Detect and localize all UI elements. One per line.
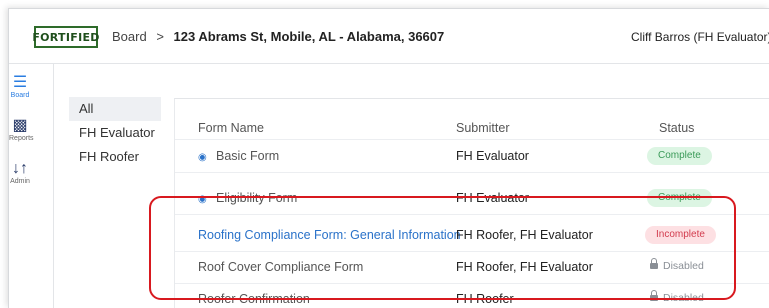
breadcrumb: Board > 123 Abrams St, Mobile, AL - Alab… (112, 29, 444, 44)
status-badge: Complete (647, 147, 712, 165)
table-row[interactable]: ◉ Eligibility Form FH Evaluator Complete (175, 182, 769, 215)
status-text: Disabled (663, 292, 704, 304)
status-disabled: Disabled (650, 258, 704, 272)
lock-icon (650, 290, 658, 301)
breadcrumb-separator: > (156, 29, 164, 44)
column-form-name: Form Name (198, 121, 264, 135)
filter-fh-evaluator[interactable]: FH Evaluator (69, 121, 161, 145)
form-name-link[interactable]: Roofing Compliance Form: General Informa… (198, 228, 461, 242)
submitter-cell: FH Roofer, FH Evaluator (456, 260, 593, 274)
submitter-cell: FH Roofer, FH Evaluator (456, 228, 593, 242)
rail-item-board[interactable]: ☰ Board (9, 75, 31, 100)
submitter-cell: FH Evaluator (456, 149, 529, 163)
form-name: Basic Form (216, 149, 280, 163)
submitter-cell: FH Roofer (456, 292, 514, 306)
form-name-cell[interactable]: ◉ Basic Form (198, 149, 279, 163)
column-submitter: Submitter (456, 121, 510, 135)
breadcrumb-current: 123 Abrams St, Mobile, AL - Alabama, 366… (173, 29, 445, 44)
form-name: Roofer Confirmation (198, 292, 310, 306)
dashboard-list-icon: ☰ (12, 74, 28, 91)
top-bar: FORTIFIED Board > 123 Abrams St, Mobile,… (9, 9, 769, 64)
filter-fh-roofer[interactable]: FH Roofer (69, 145, 161, 169)
table-row: Roof Cover Compliance Form FH Roofer, FH… (175, 251, 769, 284)
sliders-icon: ↓↑ (12, 160, 28, 177)
logo-text: FORTIFIED (32, 30, 100, 44)
rail-item-label: Reports (9, 135, 34, 142)
fortified-logo[interactable]: FORTIFIED (32, 26, 100, 48)
rail-item-label: Admin (10, 178, 30, 185)
app-window: FORTIFIED Board > 123 Abrams St, Mobile,… (8, 8, 769, 308)
table-row[interactable]: ◉ Basic Form FH Evaluator Complete (175, 140, 769, 173)
user-name: Cliff Barros (FH Evaluator) (631, 30, 769, 44)
status-disabled: Disabled (650, 290, 704, 304)
lock-icon (650, 258, 658, 269)
icon-rail: ☰ Board ▩ Reports ↓↑ Admin (9, 64, 54, 308)
rail-item-label: Board (10, 92, 30, 99)
table-row: Roofer Confirmation FH Roofer Disabled (175, 283, 769, 308)
status-badge: Incomplete (645, 226, 716, 244)
rail-item-admin[interactable]: ↓↑ Admin (9, 161, 31, 186)
status-badge: Complete (647, 189, 712, 207)
column-status: Status (659, 121, 695, 135)
user-menu[interactable]: Cliff Barros (FH Evaluator)▼ (631, 30, 769, 44)
eye-icon[interactable]: ◉ (198, 152, 210, 163)
submitter-cell: FH Evaluator (456, 191, 529, 205)
table-header: Form Name Submitter Status (175, 99, 769, 140)
bar-chart-icon: ▩ (12, 117, 28, 134)
breadcrumb-root[interactable]: Board (112, 29, 147, 44)
submitter-filter-list: All FH Evaluator FH Roofer (69, 97, 161, 169)
form-name: Roof Cover Compliance Form (198, 260, 364, 274)
forms-table: Form Name Submitter Status ◉ Basic Form F… (174, 98, 769, 308)
form-name-cell[interactable]: ◉ Eligibility Form (198, 191, 297, 205)
filter-all[interactable]: All (69, 97, 161, 121)
eye-icon[interactable]: ◉ (198, 194, 210, 205)
form-name: Eligibility Form (216, 191, 298, 205)
table-row[interactable]: Roofing Compliance Form: General Informa… (175, 219, 769, 252)
rail-item-reports[interactable]: ▩ Reports (9, 117, 34, 143)
status-text: Disabled (663, 260, 704, 272)
